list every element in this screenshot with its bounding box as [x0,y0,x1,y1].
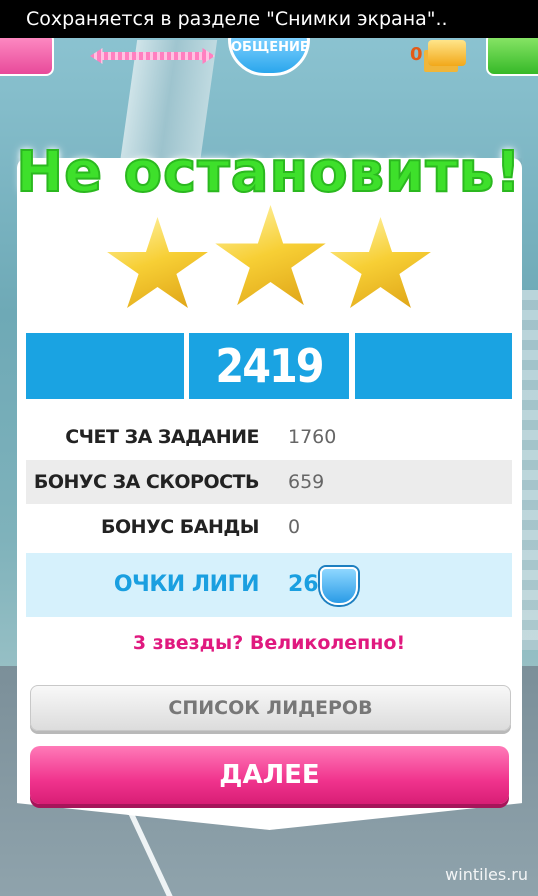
star-icon [330,217,431,308]
league-label: ОЧКИ ЛИГИ [113,572,260,597]
total-score: 2419 [215,339,324,393]
menu-button[interactable] [0,32,54,76]
row-label: БОНУС ЗА СКОРОСТЬ [33,471,260,493]
social-badge-label: ОБЩЕНИЕ [231,40,309,55]
next-button[interactable]: ДАЛЕЕ [30,746,509,804]
praise-text: 3 звезды? Великолепно! [132,632,406,654]
star-icon [107,217,208,308]
gold-count: 0 [410,44,423,65]
row-value: 1760 [288,426,337,448]
league-points-row: ОЧКИ ЛИГИ 26 [26,553,512,617]
result-headline: Не остановить! [15,139,522,206]
row-value: 659 [288,471,325,493]
star-icon [215,205,326,306]
score-bar-right [355,333,512,399]
row-label: БОНУС БАНДЫ [101,516,259,538]
league-value: 26 [288,572,319,597]
game-header: ОБЩЕНИЕ 0 [0,32,538,78]
score-bar-left [26,333,184,399]
score-row-speed: БОНУС ЗА СКОРОСТЬ 659 [26,460,512,504]
row-value: 0 [288,516,301,538]
status-bar-text: Сохраняется в разделе "Снимки экрана".. [26,8,448,30]
social-badge-button[interactable]: ОБЩЕНИЕ [228,34,310,76]
add-gold-button[interactable] [486,32,538,76]
star-rating [0,205,538,315]
status-bar: Сохраняется в разделе "Снимки экрана".. [0,0,538,38]
arrows-indicator-icon [90,48,215,64]
row-label: СЧЕТ ЗА ЗАДАНИЕ [65,426,259,448]
score-row-task: СЧЕТ ЗА ЗАДАНИЕ 1760 [26,415,512,459]
leaderboard-button[interactable]: СПИСОК ЛИДЕРОВ [30,685,511,731]
gold-bars-icon [428,40,466,66]
score-row-gang: БОНУС БАНДЫ 0 [26,505,512,549]
watermark: wintiles.ru [445,865,528,884]
league-badge-icon [320,567,358,605]
